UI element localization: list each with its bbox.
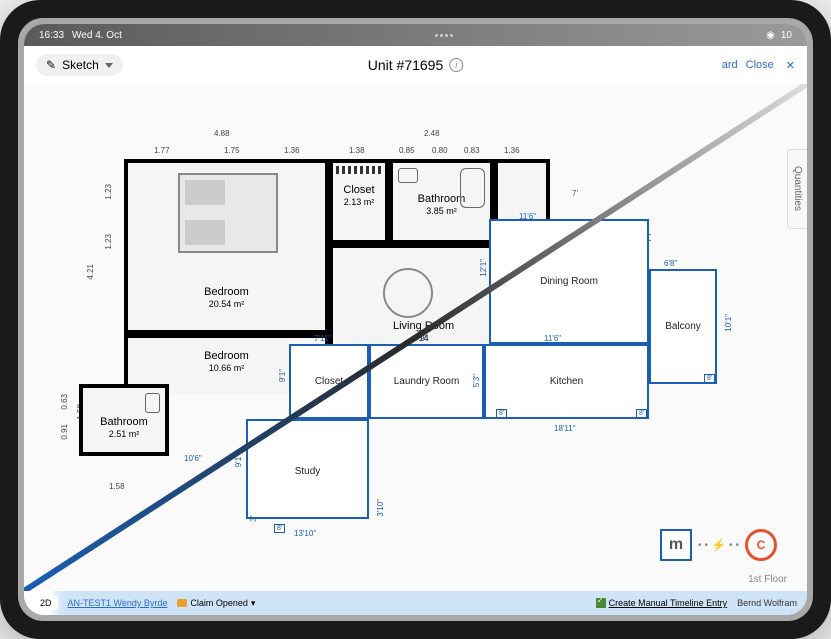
document-title-area: Unit #71695 i <box>368 57 464 73</box>
status-date: Wed 4. Oct <box>72 30 122 41</box>
bp-dim: 10'1" <box>724 314 733 332</box>
canvas-area[interactable]: 4.88 2.48 1.77 1.75 1.36 1.38 0.85 0.80 … <box>24 84 807 591</box>
bp-label: Dining Room <box>491 276 647 287</box>
bp-dim: 7' <box>572 189 578 198</box>
bp-label: Kitchen <box>486 376 647 387</box>
app-screen: 16:33 Wed 4. Oct ◉ 10 ✎ Sketch Unit #716… <box>24 24 807 615</box>
status-ellipsis <box>435 34 453 37</box>
bottom-status-bar: 2D AN-TEST1 Wendy Byrde Claim Opened ▾ C… <box>24 591 807 615</box>
m-logo: m <box>660 529 692 561</box>
bottom-left: 2D AN-TEST1 Wendy Byrde Claim Opened ▾ <box>24 596 255 610</box>
bp-dim: 12'1" <box>479 259 488 277</box>
tablet-inner: 16:33 Wed 4. Oct ◉ 10 ✎ Sketch Unit #716… <box>18 18 813 621</box>
floor-label: 1st Floor <box>748 574 787 585</box>
bottom-right: Create Manual Timeline Entry Bernd Wolfr… <box>596 598 807 608</box>
bp-dim: 6'8" <box>664 259 677 268</box>
status-bar: 16:33 Wed 4. Oct ◉ 10 <box>24 24 807 46</box>
current-user: Bernd Wolfram <box>737 598 797 608</box>
document-title: Unit #71695 <box>368 57 444 73</box>
brand-logos: m ••⚡•• C <box>660 529 777 561</box>
elev-marker: 8' <box>274 524 285 533</box>
status-time: 16:33 <box>39 30 64 41</box>
bp-room-kitchen[interactable]: Kitchen <box>484 344 649 419</box>
sketch-dropdown[interactable]: ✎ Sketch <box>36 54 123 76</box>
bp-dim: 5'3" <box>472 374 481 387</box>
status-right: ◉ 10 <box>766 30 792 41</box>
bp-dim: 9'1" <box>234 454 243 467</box>
case-link[interactable]: AN-TEST1 Wendy Byrde <box>68 598 168 608</box>
bp-label: Balcony <box>651 321 715 332</box>
wifi-icon: ◉ <box>766 30 775 41</box>
elev-marker: 8' <box>636 409 647 418</box>
view-mode-2d[interactable]: 2D <box>34 596 58 610</box>
blueprint-floorplan: 7' 11'6" 6'8" 12'1" 7'7" 10'1" Dining Ro… <box>24 84 807 591</box>
chevron-down-icon <box>105 63 113 68</box>
bp-room-laundry[interactable]: Laundry Room <box>369 344 484 419</box>
battery-level: 10 <box>781 30 792 41</box>
bp-dim: 13'10" <box>294 529 316 538</box>
elev-marker: 8' <box>704 374 715 383</box>
check-icon <box>596 598 606 608</box>
bp-label: Study <box>248 466 367 477</box>
close-button[interactable]: Close <box>746 59 774 72</box>
claim-status[interactable]: Claim Opened ▾ <box>177 598 255 609</box>
folder-icon <box>177 599 187 607</box>
close-icon[interactable]: ✕ <box>786 59 795 72</box>
bp-dim: 3'10" <box>376 499 385 517</box>
c-logo: C <box>745 529 777 561</box>
sketch-label: Sketch <box>62 58 99 72</box>
bp-room-study[interactable]: Study <box>246 419 369 519</box>
bp-dim: 3' <box>249 516 258 522</box>
bp-dim: 4'9" <box>414 334 427 343</box>
connector-dots: ••⚡•• <box>698 538 739 552</box>
bp-room-balcony[interactable]: Balcony <box>649 269 717 384</box>
bp-room-dining[interactable]: Dining Room <box>489 219 649 344</box>
bp-label: Closet <box>291 376 367 387</box>
header-actions: ard Close ✕ <box>722 59 795 72</box>
bp-room-closet[interactable]: Closet <box>289 344 369 419</box>
tablet-frame: 16:33 Wed 4. Oct ◉ 10 ✎ Sketch Unit #716… <box>0 0 831 639</box>
app-header: ✎ Sketch Unit #71695 i ard Close ✕ <box>24 46 807 84</box>
status-left: 16:33 Wed 4. Oct <box>39 30 122 41</box>
card-action[interactable]: ard <box>722 59 738 72</box>
info-icon[interactable]: i <box>449 58 463 72</box>
bp-dim: 7'11" <box>314 334 331 343</box>
pencil-icon: ✎ <box>46 58 56 72</box>
bp-dim: 9'1" <box>278 369 287 382</box>
timeline-entry-link[interactable]: Create Manual Timeline Entry <box>596 598 728 608</box>
bp-label: Laundry Room <box>371 376 482 387</box>
bolt-icon: ⚡ <box>711 538 726 552</box>
elev-marker: 8' <box>496 409 507 418</box>
chevron-down-icon: ▾ <box>251 598 256 609</box>
bp-dim: 18'11" <box>554 424 576 433</box>
bp-dim: 11'6" <box>544 334 561 343</box>
quantities-tab[interactable]: Quantities <box>787 149 807 229</box>
